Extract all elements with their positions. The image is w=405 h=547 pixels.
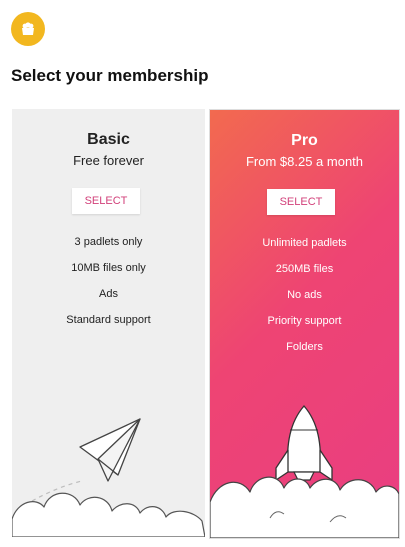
rocket-icon	[210, 405, 399, 538]
pro-plan-card: Pro From $8.25 a month SELECT Unlimited …	[209, 109, 400, 539]
padlet-logo-icon	[11, 12, 45, 46]
basic-plan-card: Basic Free forever SELECT 3 padlets only…	[12, 109, 205, 537]
paper-plane-icon	[12, 418, 205, 537]
page-title: Select your membership	[11, 66, 209, 85]
